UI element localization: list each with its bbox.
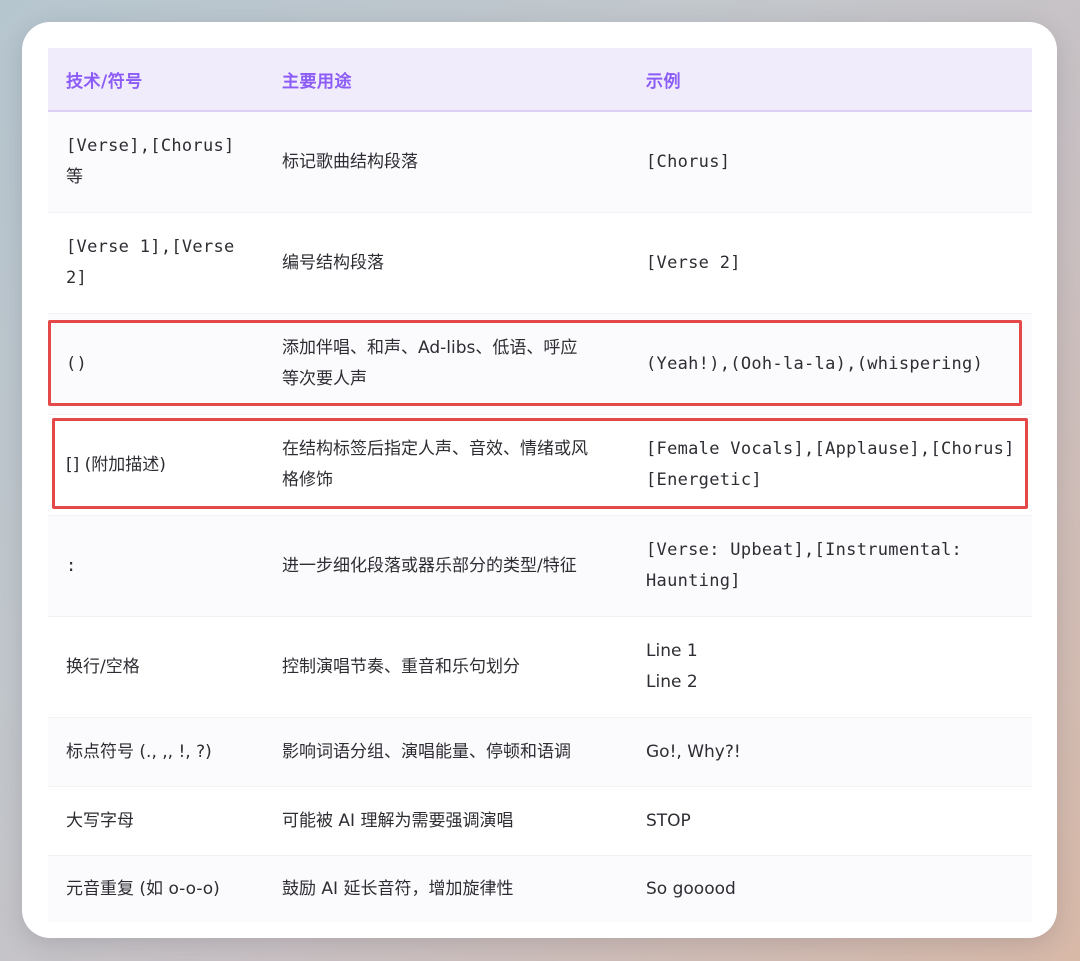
cell-usage: 进一步细化段落或器乐部分的类型/特征 [282, 555, 577, 576]
cell-usage: 在结构标签后指定人声、音效、情绪或风 格修饰 [282, 439, 588, 490]
table-row: 换行/空格 控制演唱节奏、重音和乐句划分 Line 1 Line 2 [48, 617, 1032, 718]
cell-usage: 编号结构段落 [282, 252, 384, 273]
cell-symbol: 换行/空格 [66, 656, 140, 677]
cell-example: (Yeah!),(Ooh-la-la),(whispering) [646, 353, 984, 374]
cell-example: [Female Vocals],[Applause],[Chorus] [Ene… [646, 439, 1015, 490]
table-row: 元音重复 (如 o-o-o) 鼓励 AI 延长音符，增加旋律性 So goooo… [48, 856, 1032, 922]
table-row: 大写字母 可能被 AI 理解为需要强调演唱 STOP [48, 787, 1032, 856]
cell-example: [Verse 2] [646, 252, 741, 273]
cell-symbol: [Verse],[Chorus] 等 [66, 136, 235, 187]
cell-usage: 添加伴唱、和声、Ad-libs、低语、呼应 等次要人声 [282, 338, 578, 389]
cell-usage: 鼓励 AI 延长音符，增加旋律性 [282, 878, 514, 899]
cell-symbol: () [66, 353, 88, 374]
table-row: [Verse 1],[Verse 2] 编号结构段落 [Verse 2] [48, 213, 1032, 314]
cell-example: [Chorus] [646, 151, 731, 172]
header-example: 示例 [646, 71, 681, 92]
cell-symbol: : [66, 555, 77, 576]
cell-example: So gooood [646, 878, 736, 899]
table-header: 技术/符号 主要用途 示例 [48, 48, 1032, 112]
table-row: [] (附加描述) 在结构标签后指定人声、音效、情绪或风 格修饰 [Female… [48, 415, 1032, 516]
cell-usage: 影响词语分组、演唱能量、停顿和语调 [282, 741, 571, 762]
table-row: 标点符号 (., ,, !, ?) 影响词语分组、演唱能量、停顿和语调 Go!,… [48, 718, 1032, 787]
cell-usage: 标记歌曲结构段落 [282, 151, 418, 172]
table-row: : 进一步细化段落或器乐部分的类型/特征 [Verse: Upbeat],[In… [48, 516, 1032, 617]
cell-usage: 可能被 AI 理解为需要强调演唱 [282, 810, 514, 831]
header-symbol: 技术/符号 [66, 71, 143, 92]
cell-example: STOP [646, 810, 691, 831]
syntax-table: 技术/符号 主要用途 示例 [Verse],[Chorus] 等 标记歌曲结构段… [48, 48, 1032, 922]
cell-example: Go!, Why?! [646, 741, 741, 762]
cell-example: Line 1 Line 2 [646, 641, 698, 692]
cell-symbol: [Verse 1],[Verse 2] [66, 237, 235, 288]
cell-symbol: 标点符号 (., ,, !, ?) [66, 741, 212, 762]
cell-symbol: 大写字母 [66, 810, 134, 831]
header-usage: 主要用途 [282, 71, 352, 92]
cell-usage: 控制演唱节奏、重音和乐句划分 [282, 656, 520, 677]
cell-symbol: 元音重复 (如 o-o-o) [66, 878, 220, 899]
cell-symbol: [] (附加描述) [66, 454, 166, 475]
table-row: [Verse],[Chorus] 等 标记歌曲结构段落 [Chorus] [48, 112, 1032, 213]
cell-example: [Verse: Upbeat],[Instrumental: Haunting] [646, 540, 963, 591]
table-card: 技术/符号 主要用途 示例 [Verse],[Chorus] 等 标记歌曲结构段… [22, 22, 1057, 938]
table-row: () 添加伴唱、和声、Ad-libs、低语、呼应 等次要人声 (Yeah!),(… [48, 314, 1032, 415]
